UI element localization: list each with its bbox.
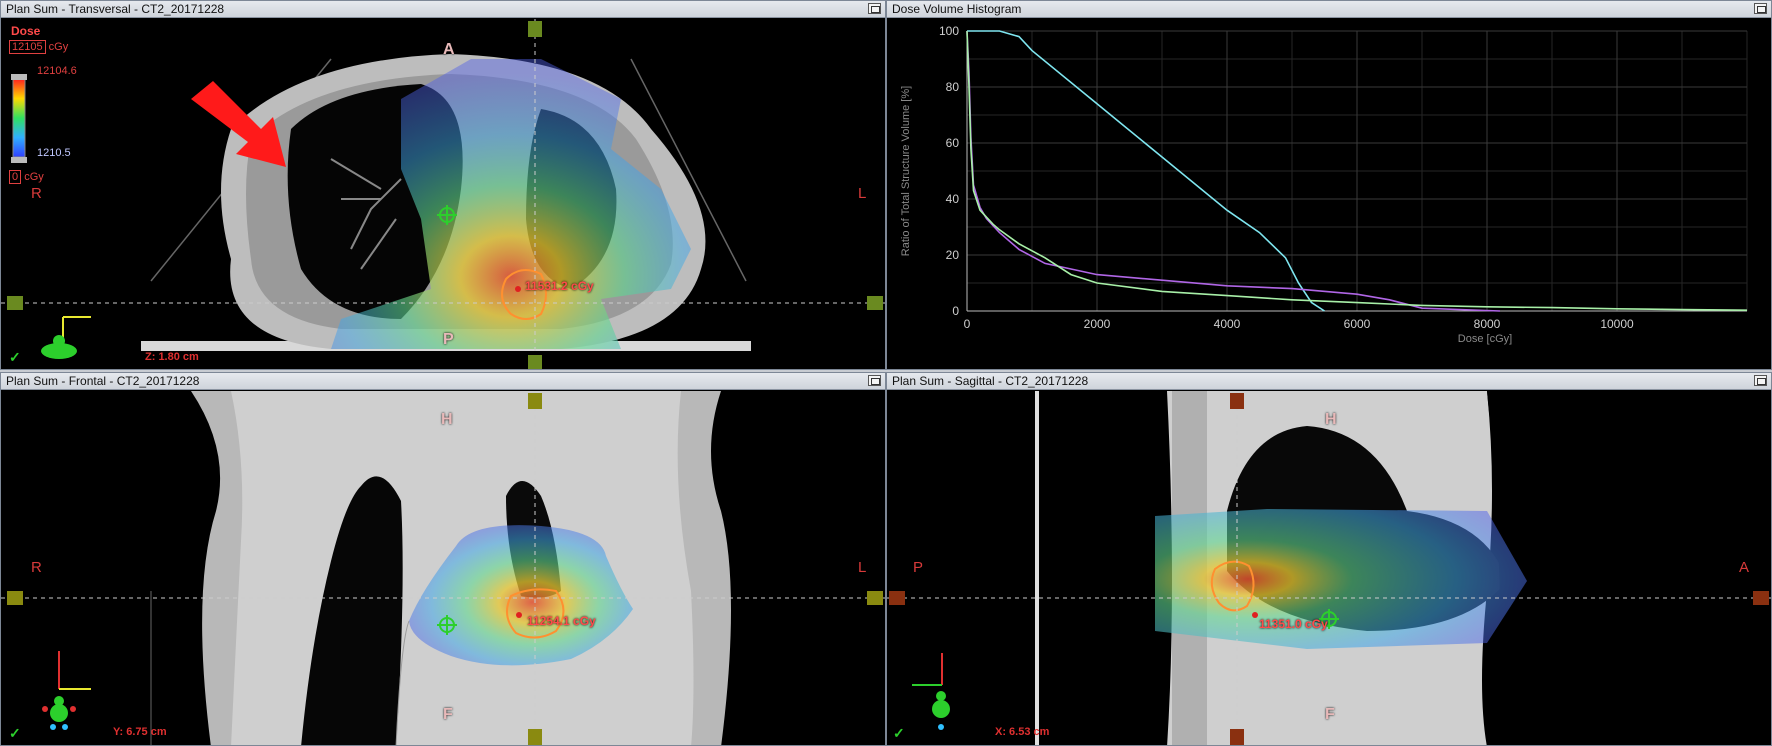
orientation-left: P [913, 559, 924, 576]
transversal-image[interactable]: Dose 12105 cGy 12104.6 1210.5 0 cGy A P … [1, 19, 885, 369]
dose-point-label: 11254.1 cGy [527, 614, 596, 628]
sagittal-view-pane[interactable]: Plan Sum - Sagittal - CT2_20171228 H F P… [886, 372, 1772, 746]
dose-max-box[interactable]: 12105 cGy [9, 40, 69, 54]
colorbar-max-label: 12104.6 [37, 65, 77, 77]
orientation-right: L [858, 185, 867, 202]
maximize-icon[interactable] [1754, 375, 1767, 386]
checkmark-icon[interactable]: ✓ [9, 725, 21, 742]
dose-min-unit: cGy [24, 171, 44, 183]
frontal-view-pane[interactable]: Plan Sum - Frontal - CT2_20171228 H F R … [0, 372, 886, 746]
sagittal-ct-image [887, 391, 1771, 745]
patient-orientation-icon [41, 316, 91, 359]
orientation-right: A [1739, 559, 1750, 576]
dvh-title-bar: Dose Volume Histogram [887, 1, 1771, 18]
orientation-top: H [441, 411, 453, 428]
slice-position: Y: 6.75 cm [113, 726, 167, 738]
y-tick-label: 20 [946, 248, 960, 262]
dose-min-box[interactable]: 0 cGy [9, 170, 44, 184]
crosshair-handle-right [1753, 591, 1769, 605]
crosshair-handle-right [867, 296, 883, 310]
orientation-left: R [31, 559, 42, 576]
dose-max-value[interactable]: 12105 [9, 40, 46, 54]
y-tick-label: 0 [952, 304, 959, 318]
pane-title: Dose Volume Histogram [892, 2, 1022, 16]
dvh-chart: 0 2000 4000 6000 8000 10000 0 20 40 60 80 100 Dose [… [900, 24, 1748, 345]
annotation-arrow-icon [191, 81, 286, 167]
pane-title: Plan Sum - Frontal - CT2_20171228 [6, 374, 200, 388]
pane-title: Plan Sum - Transversal - CT2_20171228 [6, 2, 225, 16]
colorbar-min-label: 1210.5 [37, 147, 71, 159]
transversal-ct-image [1, 19, 885, 369]
crosshair-handle-top [528, 393, 542, 409]
frontal-ct-image [1, 391, 885, 745]
slice-position: X: 6.53 cm [995, 726, 1050, 738]
transversal-title-bar: Plan Sum - Transversal - CT2_20171228 [1, 1, 885, 18]
patient-orientation-icon [912, 653, 950, 730]
dvh-pane[interactable]: Dose Volume Histogram 0 2000 4000 6000 8000 1… [886, 0, 1772, 370]
orientation-bottom: F [1325, 706, 1335, 723]
transversal-view-pane[interactable]: Plan Sum - Transversal - CT2_20171228 Do… [0, 0, 886, 370]
x-tick-label: 4000 [1214, 317, 1241, 331]
x-tick-label: 0 [964, 317, 971, 331]
y-tick-label: 100 [939, 24, 959, 38]
crosshair-handle-left [889, 591, 905, 605]
checkmark-icon[interactable]: ✓ [893, 725, 905, 742]
crosshair-handle-bottom [528, 729, 542, 745]
crosshair-handle-right [867, 591, 883, 605]
crosshair-handle-left [7, 591, 23, 605]
x-tick-label: 8000 [1474, 317, 1501, 331]
orientation-bottom: F [443, 706, 453, 723]
orientation-top: H [1325, 411, 1337, 428]
y-axis-label: Ratio of Total Structure Volume [%] [900, 86, 912, 256]
orientation-right: L [858, 559, 867, 576]
maximize-icon[interactable] [1754, 3, 1767, 14]
dose-point-label: 11531.2 cGy [525, 279, 594, 293]
dose-point-label: 11351.0 cGy [1259, 617, 1328, 631]
y-tick-label: 60 [946, 136, 960, 150]
patient-orientation-icon [42, 651, 91, 730]
orientation-bottom: P [443, 331, 454, 348]
sagittal-image[interactable]: H F P A 11351.0 cGy X: 6.53 cm ✓ [887, 391, 1771, 745]
checkmark-icon[interactable]: ✓ [9, 349, 21, 366]
maximize-icon[interactable] [868, 375, 881, 386]
crosshair-handle-top [528, 21, 542, 37]
crosshair-handle-bottom [528, 355, 542, 369]
crosshair-handle-bottom [1230, 729, 1244, 745]
y-tick-label: 80 [946, 80, 960, 94]
frontal-image[interactable]: H F R L 11254.1 cGy Y: 6.75 cm ✓ [1, 391, 885, 745]
pane-title: Plan Sum - Sagittal - CT2_20171228 [892, 374, 1089, 388]
frontal-title-bar: Plan Sum - Frontal - CT2_20171228 [1, 373, 885, 390]
dose-unit: cGy [48, 41, 69, 53]
crosshair-handle-left [7, 296, 23, 310]
dvh-plot-area[interactable]: 0 2000 4000 6000 8000 10000 0 20 40 60 80 100 Dose [… [887, 19, 1771, 369]
orientation-top: A [443, 41, 455, 58]
sagittal-title-bar: Plan Sum - Sagittal - CT2_20171228 [887, 373, 1771, 390]
crosshair-handle-top [1230, 393, 1244, 409]
dose-title: Dose [11, 24, 41, 38]
slice-position: Z: 1.80 cm [145, 351, 199, 363]
x-tick-label: 10000 [1600, 317, 1634, 331]
dose-min-value[interactable]: 0 [9, 170, 22, 184]
x-tick-label: 2000 [1084, 317, 1111, 331]
y-tick-label: 40 [946, 192, 960, 206]
x-tick-label: 6000 [1344, 317, 1371, 331]
maximize-icon[interactable] [868, 3, 881, 14]
orientation-left: R [31, 185, 42, 202]
x-axis-label: Dose [cGy] [1458, 333, 1512, 345]
